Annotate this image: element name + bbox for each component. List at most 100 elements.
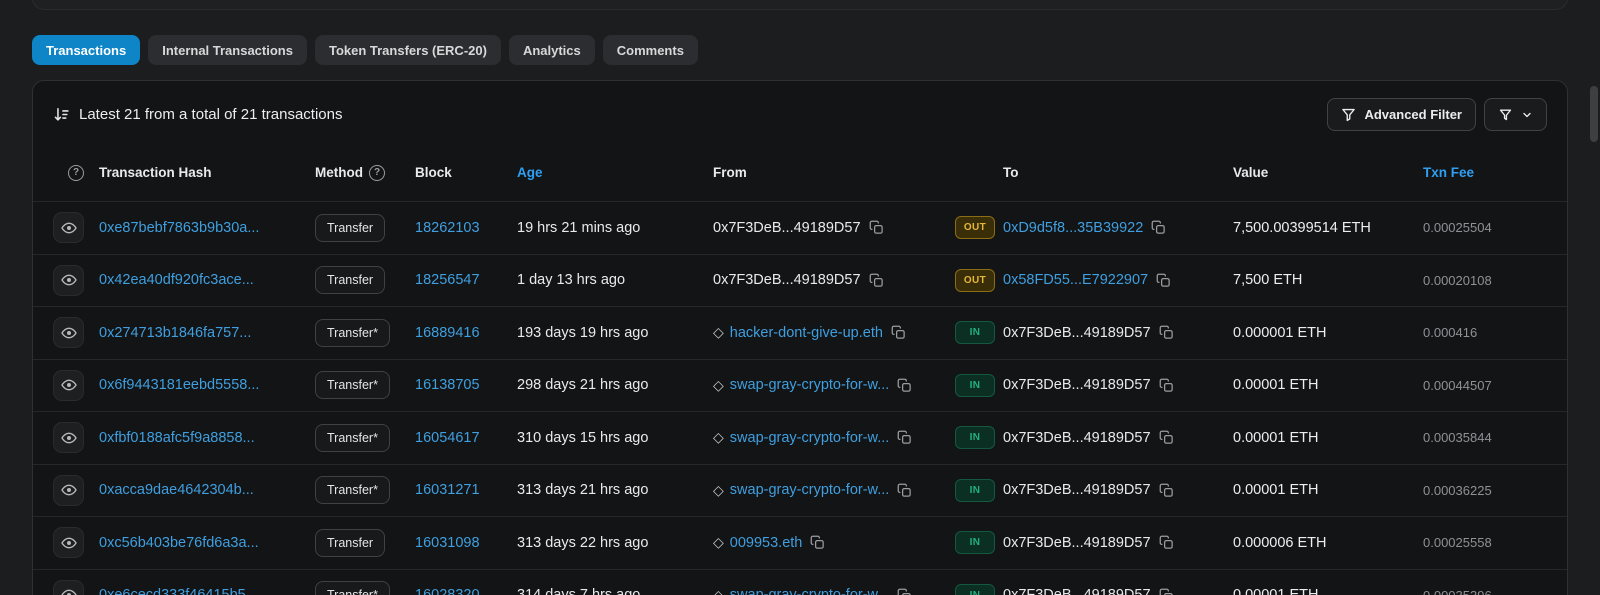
block-link[interactable]: 18262103 — [415, 220, 480, 236]
method-badge[interactable]: Transfer* — [315, 476, 390, 505]
preview-eye-button[interactable] — [53, 264, 84, 296]
to-address[interactable]: 0x7F3DeB...49189D57 — [1003, 325, 1151, 341]
block-link[interactable]: 16054617 — [415, 430, 480, 446]
block-link[interactable]: 16889416 — [415, 325, 480, 341]
tab-internal-transactions[interactable]: Internal Transactions — [148, 35, 307, 65]
transaction-hash-link[interactable]: 0xe87bebf7863b9b30a... — [99, 220, 259, 236]
value-cell: 0.00001 ETH — [1233, 482, 1423, 498]
block-cell: 16054617 — [415, 430, 517, 446]
block-link[interactable]: 16138705 — [415, 377, 480, 393]
from-address[interactable]: swap-gray-crypto-for-w... — [730, 430, 890, 446]
copy-from-address-button[interactable] — [869, 273, 884, 288]
tab-analytics[interactable]: Analytics — [508, 35, 595, 65]
tab-comments[interactable]: Comments — [602, 35, 698, 65]
copy-to-address-button[interactable] — [1151, 220, 1166, 235]
to-address[interactable]: 0x7F3DeB...49189D57 — [1003, 377, 1151, 393]
copy-from-address-button[interactable] — [897, 378, 912, 393]
value-text: 0.00001 ETH — [1233, 429, 1319, 446]
copy-to-address-button[interactable] — [1159, 588, 1174, 595]
from-address[interactable]: swap-gray-crypto-for-w... — [730, 587, 890, 595]
to-address[interactable]: 0x58FD55...E7922907 — [1003, 272, 1148, 288]
method-badge[interactable]: Transfer — [315, 213, 386, 242]
copy-to-address-button[interactable] — [1159, 535, 1174, 550]
age-text: 313 days 22 hrs ago — [517, 534, 649, 551]
method-badge[interactable]: Transfer* — [315, 318, 390, 347]
transaction-hash-link[interactable]: 0xe6cecd333f46415b5... — [99, 587, 258, 595]
page-scrollbar[interactable] — [1588, 0, 1600, 595]
age-text: 314 days 7 hrs ago — [517, 587, 640, 595]
card-header: Latest 21 from a total of 21 transaction… — [33, 81, 1567, 144]
from-address[interactable]: 0x7F3DeB...49189D57 — [713, 220, 861, 236]
transaction-hash-link[interactable]: 0xfbf0188afc5f9a8858... — [99, 430, 255, 446]
copy-from-address-button[interactable] — [810, 535, 825, 550]
method-badge[interactable]: Transfer* — [315, 581, 390, 595]
from-cell: 0x7F3DeB...49189D57 — [713, 220, 947, 236]
copy-to-address-button[interactable] — [1159, 378, 1174, 393]
copy-to-address-button[interactable] — [1159, 483, 1174, 498]
to-address[interactable]: 0x7F3DeB...49189D57 — [1003, 535, 1151, 551]
value-text: 0.000006 ETH — [1233, 534, 1327, 551]
to-address[interactable]: 0x7F3DeB...49189D57 — [1003, 482, 1151, 498]
from-address[interactable]: 009953.eth — [730, 535, 803, 551]
txn-fee-text: 0.00036225 — [1423, 482, 1492, 498]
transaction-hash-link[interactable]: 0x6f9443181eebd5558... — [99, 377, 259, 393]
filter-dropdown-button[interactable] — [1484, 98, 1547, 131]
block-link[interactable]: 16028320 — [415, 587, 480, 595]
copy-from-address-button[interactable] — [891, 325, 906, 340]
preview-eye-button[interactable] — [53, 369, 84, 401]
preview-eye-button[interactable] — [53, 527, 84, 559]
preview-eye-button[interactable] — [53, 317, 84, 349]
copy-to-address-button[interactable] — [1156, 273, 1171, 288]
txn-fee-cell: 0.00025558 — [1423, 535, 1547, 550]
from-address[interactable]: hacker-dont-give-up.eth — [730, 325, 883, 341]
tab-transactions[interactable]: Transactions — [32, 35, 141, 65]
block-link[interactable]: 16031271 — [415, 482, 480, 498]
to-cell: 0x7F3DeB...49189D57 — [1003, 482, 1233, 498]
copy-from-address-button[interactable] — [897, 483, 912, 498]
copy-to-address-button[interactable] — [1159, 430, 1174, 445]
tab-token-transfers[interactable]: Token Transfers (ERC-20) — [314, 35, 501, 65]
age-sort-link[interactable]: Age — [517, 165, 543, 180]
header-value: Value — [1233, 165, 1269, 180]
to-address[interactable]: 0xD9d5f8...35B39922 — [1003, 220, 1143, 236]
scrollbar-thumb[interactable] — [1590, 86, 1598, 142]
table-row: 0xfbf0188afc5f9a8858... Transfer* 160546… — [33, 411, 1567, 464]
method-badge[interactable]: Transfer* — [315, 423, 390, 452]
preview-eye-button[interactable] — [53, 474, 84, 506]
block-link[interactable]: 16031098 — [415, 535, 480, 551]
from-address[interactable]: 0x7F3DeB...49189D57 — [713, 272, 861, 288]
transaction-hash-link[interactable]: 0xacca9dae4642304b... — [99, 482, 254, 498]
question-circle-icon[interactable]: ? — [68, 164, 84, 181]
copy-from-address-button[interactable] — [897, 588, 912, 595]
method-badge[interactable]: Transfer — [315, 528, 386, 557]
value-text: 0.00001 ETH — [1233, 377, 1319, 394]
age-cell: 193 days 19 hrs ago — [517, 325, 713, 341]
method-badge[interactable]: Transfer* — [315, 371, 390, 400]
age-cell: 19 hrs 21 mins ago — [517, 220, 713, 236]
preview-eye-button[interactable] — [53, 422, 84, 454]
txn-fee-toggle-link[interactable]: Txn Fee — [1423, 165, 1474, 180]
transaction-hash-link[interactable]: 0x274713b1846fa757... — [99, 325, 251, 341]
copy-to-address-button[interactable] — [1159, 325, 1174, 340]
advanced-filter-button[interactable]: Advanced Filter — [1327, 98, 1476, 131]
from-address[interactable]: swap-gray-crypto-for-w... — [730, 377, 890, 393]
preview-eye-button[interactable] — [53, 212, 84, 244]
transaction-hash-link[interactable]: 0xc56b403be76fd6a3a... — [99, 535, 259, 551]
copy-from-address-button[interactable] — [869, 220, 884, 235]
direction-cell: IN — [947, 583, 1003, 595]
age-cell: 310 days 15 hrs ago — [517, 430, 713, 446]
block-link[interactable]: 18256547 — [415, 272, 480, 288]
to-address[interactable]: 0x7F3DeB...49189D57 — [1003, 430, 1151, 446]
copy-from-address-button[interactable] — [897, 430, 912, 445]
transactions-summary: Latest 21 from a total of 21 transaction… — [53, 106, 342, 123]
chevron-down-icon — [1521, 109, 1533, 121]
txn-fee-cell: 0.00025504 — [1423, 220, 1547, 235]
transaction-hash-link[interactable]: 0x42ea40df920fc3ace... — [99, 272, 254, 288]
method-badge[interactable]: Transfer — [315, 266, 386, 295]
to-address[interactable]: 0x7F3DeB...49189D57 — [1003, 587, 1151, 595]
preview-eye-button[interactable] — [53, 579, 84, 595]
direction-badge: IN — [955, 373, 995, 397]
from-address[interactable]: swap-gray-crypto-for-w... — [730, 482, 890, 498]
direction-cell: IN — [947, 426, 1003, 450]
method-help-icon[interactable]: ? — [369, 164, 385, 181]
